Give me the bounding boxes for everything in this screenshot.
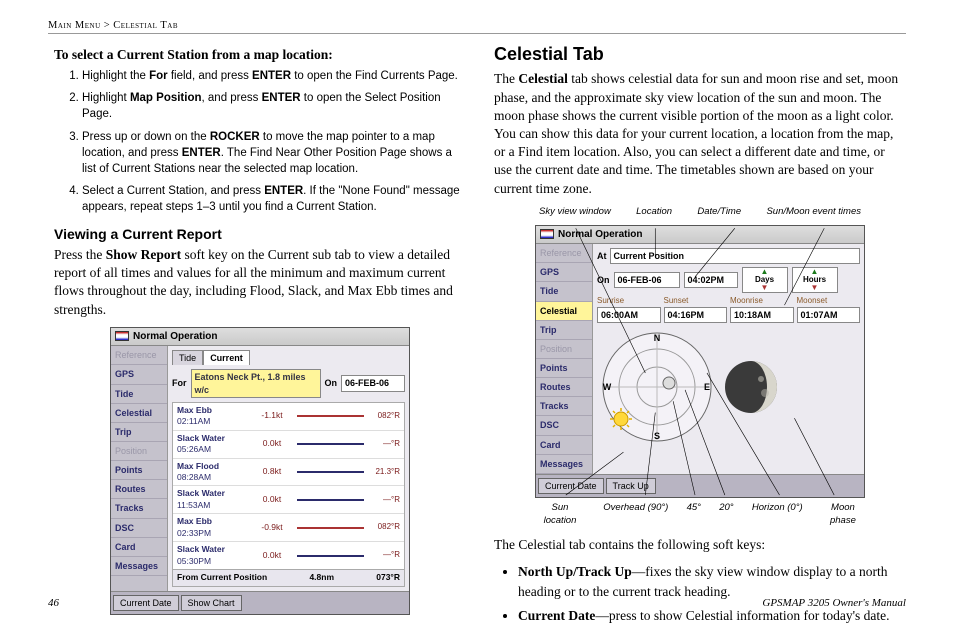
celestial-tab-heading: Celestial Tab xyxy=(494,42,906,66)
window-title: Normal Operation xyxy=(133,330,217,344)
celestial-window: Normal Operation Reference GPS Tide Cele… xyxy=(535,225,865,498)
subtab-current[interactable]: Current xyxy=(203,350,250,365)
callout-20: 20° xyxy=(719,502,733,528)
sunset-value: 04:16PM xyxy=(664,307,728,323)
flag-icon xyxy=(540,229,554,239)
on-date-field[interactable]: 06-FEB-06 xyxy=(614,272,680,288)
softkeys-intro: The Celestial tab contains the following… xyxy=(494,536,906,554)
callout-horizon: Horizon (0°) xyxy=(752,502,803,528)
subtab-tide[interactable]: Tide xyxy=(172,350,203,365)
tab-dsc[interactable]: DSC xyxy=(536,416,592,435)
tab-card[interactable]: Card xyxy=(111,538,167,557)
page-number: 46 xyxy=(48,597,59,609)
tab-reference[interactable]: Reference xyxy=(111,346,167,365)
on-field[interactable]: 06-FEB-06 xyxy=(341,375,405,391)
tab-gps[interactable]: GPS xyxy=(111,365,167,384)
sky-view: N S E W xyxy=(597,327,717,447)
tab-celestial[interactable]: Celestial xyxy=(536,302,592,321)
tab-card[interactable]: Card xyxy=(536,436,592,455)
softkey-current-date[interactable]: Current Date xyxy=(538,478,604,494)
tab-position[interactable]: Position xyxy=(536,340,592,359)
tab-trip[interactable]: Trip xyxy=(111,423,167,442)
tab-reference[interactable]: Reference xyxy=(536,244,592,263)
at-label: At xyxy=(597,250,607,262)
sidebar: Reference GPS Tide Celestial Trip Positi… xyxy=(536,244,593,474)
at-field[interactable]: Current Position xyxy=(610,248,861,264)
svg-text:S: S xyxy=(654,431,660,441)
tab-routes[interactable]: Routes xyxy=(536,378,592,397)
breadcrumb: Main Menu > Celestial Tab xyxy=(48,20,906,34)
days-stepper[interactable]: ▲Days▼ xyxy=(742,267,788,293)
bullet-current-date: Current Date—press to show Celestial inf… xyxy=(518,606,906,626)
moonrise-label: Moonrise xyxy=(730,296,794,307)
tab-messages[interactable]: Messages xyxy=(111,557,167,576)
softkey-track-up[interactable]: Track Up xyxy=(606,478,656,494)
tab-position[interactable]: Position xyxy=(111,442,167,461)
table-row: Slack Water05:26AM0.0kt—°R xyxy=(173,431,404,459)
viewing-report-heading: Viewing a Current Report xyxy=(54,225,466,244)
tab-points[interactable]: Points xyxy=(536,359,592,378)
callout-overhead: Overhead (90°) xyxy=(603,502,668,528)
step-4: Select a Current Station, and press ENTE… xyxy=(82,183,466,215)
callout-location: Location xyxy=(636,206,672,219)
step-2: Highlight Map Position, and press ENTER … xyxy=(82,90,466,122)
table-row: Slack Water11:53AM0.0kt—°R xyxy=(173,486,404,514)
on-label: On xyxy=(597,274,610,286)
callout-45: 45° xyxy=(687,502,701,528)
current-window: Normal Operation Reference GPS Tide Cele… xyxy=(110,327,410,615)
softkeys-list: North Up/Track Up—fixes the sky view win… xyxy=(518,562,906,627)
svg-text:E: E xyxy=(704,382,710,392)
tide-table: Max Ebb02:11AM-1.1kt082°R Slack Water05:… xyxy=(172,402,405,571)
svg-text:W: W xyxy=(603,382,612,392)
softkey-current-date[interactable]: Current Date xyxy=(113,595,179,611)
tab-tide[interactable]: Tide xyxy=(111,385,167,404)
on-time-field[interactable]: 04:02PM xyxy=(684,272,738,288)
manual-title: GPSMAP 3205 Owner's Manual xyxy=(762,597,906,609)
moonrise-value: 10:18AM xyxy=(730,307,794,323)
tab-celestial[interactable]: Celestial xyxy=(111,404,167,423)
tab-messages[interactable]: Messages xyxy=(536,455,592,474)
step-3: Press up or down on the ROCKER to move t… xyxy=(82,129,466,177)
tab-tracks[interactable]: Tracks xyxy=(111,499,167,518)
sunrise-label: Sunrise xyxy=(597,296,661,307)
flag-icon xyxy=(115,331,129,341)
table-row: Slack Water05:30PM0.0kt—°R xyxy=(173,542,404,569)
tab-tide[interactable]: Tide xyxy=(536,282,592,301)
viewing-report-body: Press the Show Report soft key on the Cu… xyxy=(54,246,466,319)
svg-text:N: N xyxy=(654,333,661,343)
for-field[interactable]: Eatons Neck Pt., 1.8 miles w/c xyxy=(191,369,321,397)
tab-gps[interactable]: GPS xyxy=(536,263,592,282)
callout-sky-view: Sky view window xyxy=(539,206,611,219)
titlebar: Normal Operation xyxy=(111,328,409,347)
softkey-show-chart[interactable]: Show Chart xyxy=(181,595,242,611)
select-station-heading: To select a Current Station from a map l… xyxy=(54,46,466,64)
on-label: On xyxy=(325,377,338,389)
window-title: Normal Operation xyxy=(558,228,642,242)
sidebar: Reference GPS Tide Celestial Trip Positi… xyxy=(111,346,168,591)
table-row: Max Flood08:28AM0.8kt21.3°R xyxy=(173,459,404,487)
celestial-intro: The Celestial tab shows celestial data f… xyxy=(494,70,906,198)
sunset-label: Sunset xyxy=(664,296,728,307)
tab-trip[interactable]: Trip xyxy=(536,321,592,340)
table-row: Max Ebb02:11AM-1.1kt082°R xyxy=(173,403,404,431)
callout-moon: Moon phase xyxy=(821,502,865,528)
moonset-value: 01:07AM xyxy=(797,307,861,323)
table-row: Max Ebb02:33PM-0.9kt082°R xyxy=(173,514,404,542)
for-label: For xyxy=(172,377,187,389)
step-1: Highlight the For field, and press ENTER… xyxy=(82,68,466,84)
callout-event-times: Sun/Moon event times xyxy=(766,206,861,219)
from-row: From Current Position 4.8nm 073°R xyxy=(172,570,405,586)
callout-sun: Sun location xyxy=(535,502,585,528)
titlebar: Normal Operation xyxy=(536,226,864,245)
callout-date-time: Date/Time xyxy=(697,206,741,219)
tab-points[interactable]: Points xyxy=(111,461,167,480)
moon-phase xyxy=(723,359,779,415)
moonset-label: Moonset xyxy=(797,296,861,307)
tab-dsc[interactable]: DSC xyxy=(111,519,167,538)
hours-stepper[interactable]: ▲Hours▼ xyxy=(792,267,838,293)
tab-tracks[interactable]: Tracks xyxy=(536,397,592,416)
steps-list: Highlight the For field, and press ENTER… xyxy=(54,68,466,215)
tab-routes[interactable]: Routes xyxy=(111,480,167,499)
sunrise-value: 06:00AM xyxy=(597,307,661,323)
